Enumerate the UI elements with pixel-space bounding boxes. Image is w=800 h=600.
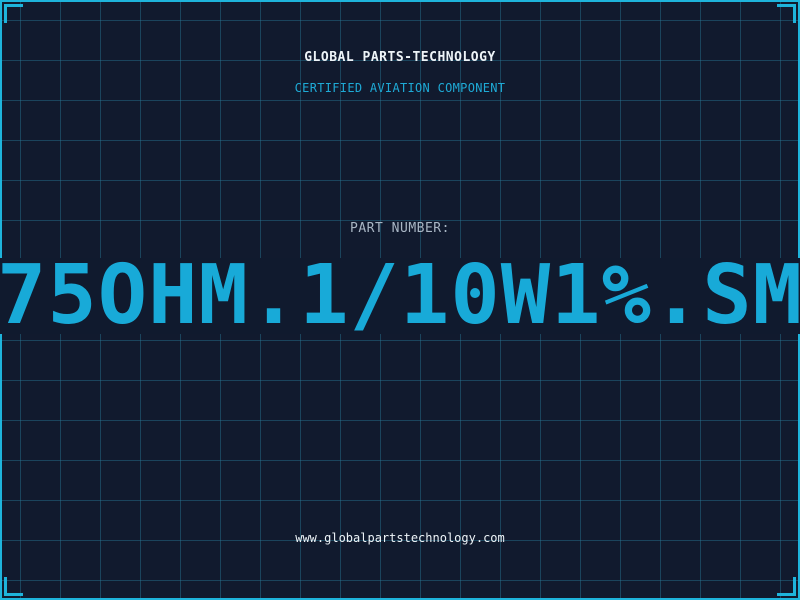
corner-bracket-bottom-left [4, 577, 23, 596]
company-name: GLOBAL PARTS-TECHNOLOGY [304, 50, 496, 65]
certification-tagline: CERTIFIED AVIATION COMPONENT [294, 81, 506, 95]
part-card: GLOBAL PARTS-TECHNOLOGY CERTIFIED AVIATI… [0, 0, 800, 600]
part-number-band: 1.75OHM.1/10W1%.SMD0 [0, 258, 800, 334]
part-number-label: PART NUMBER: [350, 221, 450, 236]
corner-bracket-top-left [4, 4, 23, 23]
corner-bracket-top-right [777, 4, 796, 23]
website-link[interactable]: www.globalpartstechnology.com [0, 531, 800, 545]
corner-bracket-bottom-right [777, 577, 796, 596]
part-number-value: 1.75OHM.1/10W1%.SMD0 [0, 258, 800, 334]
